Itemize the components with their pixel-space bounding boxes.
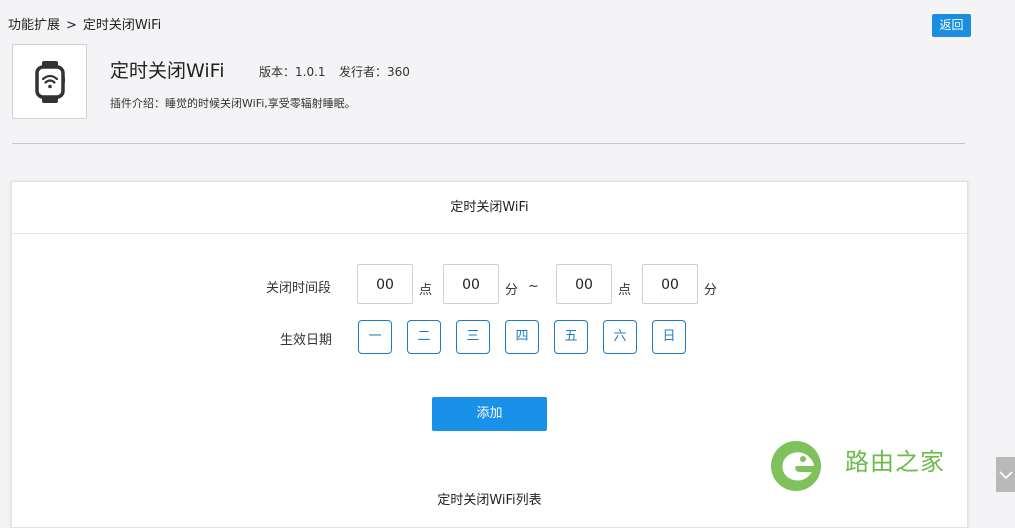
start-hour-unit: 点 — [419, 283, 433, 298]
day-button-thu[interactable]: 四 — [505, 320, 539, 354]
divider — [12, 143, 965, 144]
plugin-title: 定时关闭WiFi — [110, 60, 225, 82]
end-minute-input[interactable]: 00 — [642, 264, 698, 304]
plugin-version: 版本：1.0.1 — [259, 65, 326, 79]
range-separator: ~ — [528, 279, 539, 294]
plugin-icon-box — [12, 44, 87, 119]
plugin-description: 插件介绍：睡觉的时候关闭WiFi,享受零辐射睡眠。 — [110, 97, 356, 110]
end-hour-unit: 点 — [618, 283, 632, 298]
router-home-logo-icon — [771, 441, 821, 491]
breadcrumb: 功能扩展 > 定时关闭WiFi — [8, 14, 161, 33]
watermark-text: 路由之家 — [845, 448, 945, 476]
back-button[interactable]: 返回 — [932, 14, 971, 37]
plugin-publisher: 发行者：360 — [339, 65, 410, 79]
add-button[interactable]: 添加 — [432, 397, 547, 431]
effective-days-label: 生效日期 — [280, 333, 333, 348]
panel-title: 定时关闭WiFi — [12, 182, 967, 234]
scroll-down-button[interactable] — [996, 457, 1015, 492]
end-minute-unit: 分 — [704, 283, 718, 298]
day-button-tue[interactable]: 二 — [407, 320, 441, 354]
day-button-fri[interactable]: 五 — [554, 320, 588, 354]
day-button-mon[interactable]: 一 — [358, 320, 392, 354]
day-button-sat[interactable]: 六 — [603, 320, 637, 354]
start-minute-input[interactable]: 00 — [443, 264, 499, 304]
breadcrumb-current: 定时关闭WiFi — [82, 18, 162, 33]
start-hour-input[interactable]: 00 — [357, 264, 413, 304]
smartwatch-wifi-icon — [34, 60, 65, 103]
end-hour-input[interactable]: 00 — [556, 264, 612, 304]
day-button-sun[interactable]: 日 — [652, 320, 686, 354]
chevron-down-icon — [998, 470, 1013, 479]
breadcrumb-parent[interactable]: 功能扩展 — [8, 18, 60, 33]
breadcrumb-separator: > — [66, 18, 77, 33]
close-period-label: 关闭时间段 — [266, 281, 332, 296]
start-minute-unit: 分 — [505, 283, 519, 298]
watermark-logo: 路由之家 — [770, 438, 970, 498]
day-button-wed[interactable]: 三 — [456, 320, 490, 354]
